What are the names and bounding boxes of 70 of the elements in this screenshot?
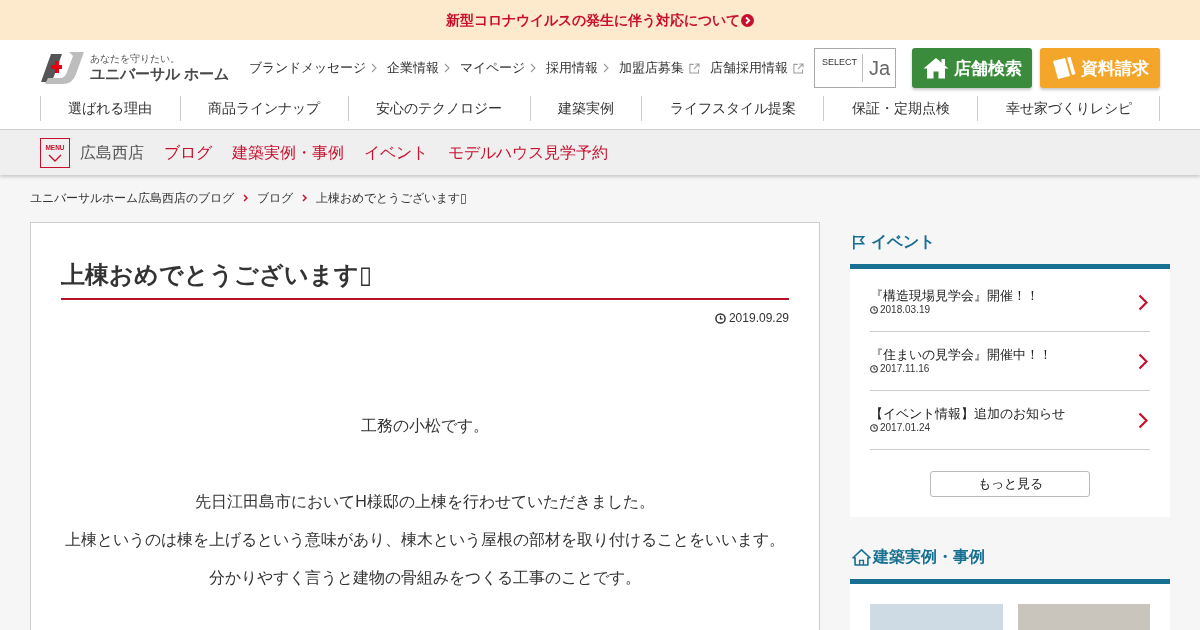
event-title: 『住まいの見学会』開催中！！ — [870, 347, 1052, 363]
event-link[interactable]: 『構造現場見学会』開催！！ 2018.03.19 — [870, 273, 1150, 332]
store-nav-link[interactable]: イベント — [364, 142, 428, 163]
flag-icon — [852, 234, 865, 250]
house-icon — [922, 57, 949, 79]
store-search-button[interactable]: 店舗検索 — [912, 48, 1032, 88]
chevron-right-icon — [530, 63, 537, 73]
nav-link[interactable]: 選ばれる理由 — [40, 96, 180, 121]
store-name: 広島西店 — [80, 142, 144, 163]
chevron-right-icon — [1138, 352, 1148, 370]
article-text: 上棟というのは棟を上げるという意味があり、棟木という屋根の部材を取り付けることをいいます。 — [65, 530, 785, 550]
utility-link[interactable]: 加盟店募集 — [619, 60, 701, 76]
article-title: 上棟おめでとうございます▯ — [61, 260, 373, 290]
utility-link[interactable]: 採用情報 — [546, 60, 610, 76]
language-select[interactable]: SELECT Ja — [814, 48, 896, 88]
sidebar-heading: 建築実例・事例 — [873, 547, 985, 567]
event-date: 2017.11.16 — [880, 363, 930, 375]
store-nav-link[interactable]: 建築実例・事例 — [232, 142, 344, 163]
logo-name: ユニバーサル ホーム — [90, 65, 230, 83]
utility-link[interactable]: ブランドメッセージ — [249, 60, 378, 76]
article-text: 分かりやすく言うと建物の骨組みをつくる工事のことです。 — [209, 568, 641, 588]
select-label: SELECT — [821, 57, 857, 68]
clock-icon — [870, 306, 878, 314]
chevron-right-icon — [371, 63, 378, 73]
event-title: 【イベント情報】追加のお知らせ — [870, 406, 1065, 422]
chevron-right-icon — [603, 63, 610, 73]
photo-placeholder[interactable] — [870, 604, 1003, 630]
nav-link[interactable]: 幸せ家づくりレシピ — [977, 96, 1159, 121]
logo-tagline: あなたを守りたい。 — [90, 53, 180, 65]
nav-link[interactable]: 商品ラインナップ — [179, 96, 348, 121]
photo-placeholder[interactable] — [1017, 604, 1150, 630]
utility-link[interactable]: マイページ — [460, 60, 537, 76]
clock-icon — [714, 312, 726, 324]
external-link-icon — [689, 62, 701, 74]
more-button[interactable]: もっと見る — [930, 471, 1090, 497]
external-link-icon — [793, 62, 805, 74]
language-value: Ja — [862, 54, 891, 82]
chevron-down-icon — [48, 153, 62, 162]
clock-icon — [870, 424, 878, 432]
nav-link[interactable]: 保証・定期点検 — [823, 96, 978, 121]
chevron-right-icon — [302, 194, 307, 202]
breadcrumb-link[interactable]: ブログ — [257, 190, 293, 206]
breadcrumb-current: 上棟おめでとうございます▯ — [316, 190, 467, 206]
utility-link[interactable]: 店舗採用情報 — [710, 60, 805, 76]
clock-icon — [870, 365, 878, 373]
event-link[interactable]: 『住まいの見学会』開催中！！ 2017.11.16 — [870, 332, 1150, 391]
chevron-right-icon — [243, 194, 248, 202]
document-icon — [1051, 56, 1076, 80]
store-nav-link[interactable]: ブログ — [164, 142, 212, 163]
article-text: 先日江田島市においてH様邸の上棟を行わせていただきました。 — [195, 492, 655, 512]
logo-icon — [40, 52, 84, 84]
sidebar-heading: イベント — [871, 232, 935, 252]
utility-link[interactable]: 企業情報 — [387, 60, 451, 76]
notice-link[interactable]: 新型コロナウイルスの発生に伴う対応について — [446, 11, 754, 29]
nav-link[interactable]: ライフスタイル提案 — [641, 96, 824, 121]
breadcrumb-link[interactable]: ユニバーサルホーム広島西店のブログ — [30, 190, 234, 206]
chevron-right-icon — [1138, 411, 1148, 429]
event-link[interactable]: 【イベント情報】追加のお知らせ 2017.01.24 — [870, 391, 1150, 450]
nav-link[interactable]: 建築実例 — [529, 96, 642, 121]
post-date: 2019.09.29 — [728, 310, 789, 326]
house-icon — [852, 548, 871, 566]
article-text: 工務の小松です。 — [361, 416, 489, 436]
chevron-right-icon — [1138, 293, 1148, 311]
event-date: 2017.01.24 — [880, 422, 931, 434]
chevron-right-icon — [444, 63, 451, 73]
chevron-circle-icon — [741, 13, 754, 27]
event-date: 2018.03.19 — [880, 304, 931, 316]
event-title: 『構造現場見学会』開催！！ — [870, 288, 1039, 304]
store-nav-link[interactable]: モデルハウス見学予約 — [448, 142, 608, 163]
nav-link[interactable]: 安心のテクノロジー — [347, 96, 530, 121]
